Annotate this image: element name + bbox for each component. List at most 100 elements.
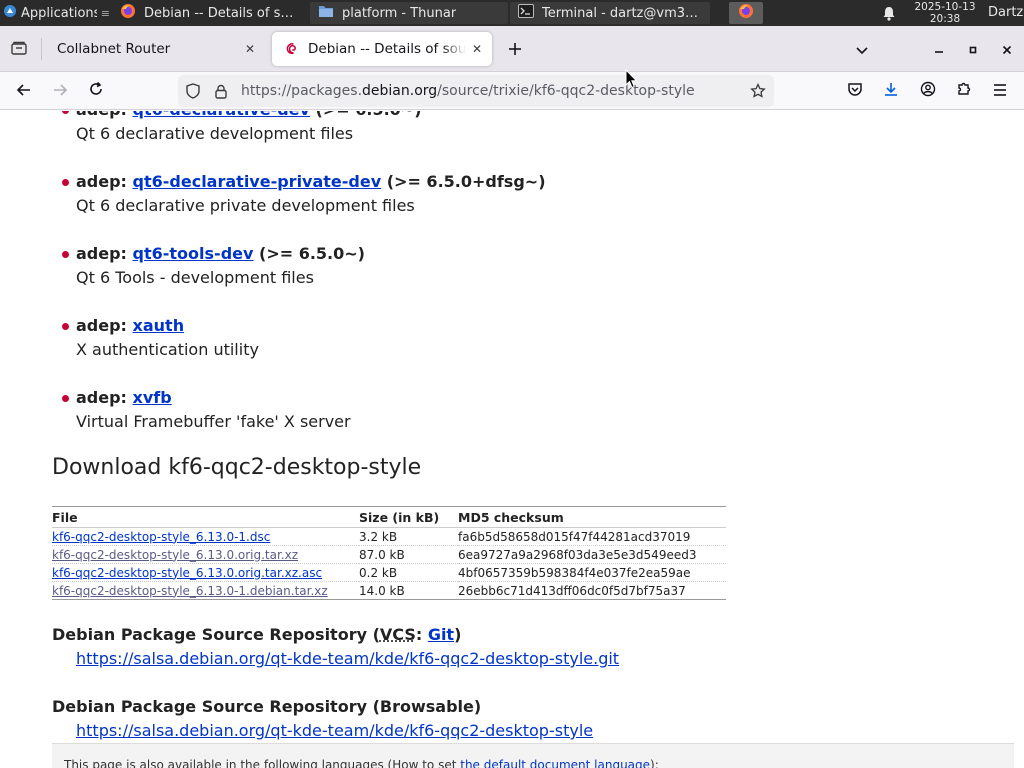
file-download-link[interactable]: kf6-qqc2-desktop-style_6.13.0-1.dsc bbox=[52, 530, 270, 544]
table-row: kf6-qqc2-desktop-style_6.13.0.orig.tar.x… bbox=[52, 563, 726, 582]
column-header-file: File bbox=[52, 506, 359, 528]
browser-tab-collabnet-router[interactable]: Collabnet Router ✕ bbox=[45, 32, 265, 66]
taskbar-item-label: platform - Thunar bbox=[342, 5, 457, 21]
dependency-description: Qt 6 declarative private development fil… bbox=[76, 196, 415, 215]
footer-text-suffix: ): bbox=[650, 758, 659, 768]
languages-footer: This page is also available in the follo… bbox=[52, 743, 1014, 768]
vcs-heading-colon: : bbox=[415, 625, 428, 644]
md5-cell: 26ebb6c71d413dff06dc0f5d7bf75a37 bbox=[458, 583, 686, 598]
desktop-panel: Applications ≡ Debian -- Details of sou.… bbox=[0, 0, 1024, 26]
extensions-button[interactable] bbox=[952, 79, 976, 103]
firefox-icon bbox=[738, 3, 754, 23]
tab-close-icon[interactable]: ✕ bbox=[466, 38, 488, 60]
debian-swirl-icon bbox=[284, 41, 300, 57]
dependency-package-link[interactable]: qt6-declarative-private-dev bbox=[133, 172, 382, 191]
pocket-button[interactable] bbox=[843, 79, 867, 103]
list-all-tabs-button[interactable] bbox=[850, 38, 874, 62]
file-download-link[interactable]: kf6-qqc2-desktop-style_6.13.0.orig.tar.x… bbox=[52, 566, 322, 580]
taskbar-item-label: Terminal - dartz@vm3: ... bbox=[542, 5, 702, 21]
browser-tab-debian-details[interactable]: Debian -- Details of source ✕ bbox=[272, 32, 492, 66]
address-bar-url[interactable]: https://packages.debian.org/source/trixi… bbox=[241, 83, 746, 99]
download-table: File Size (in kB) MD5 checksum kf6-qqc2-… bbox=[52, 506, 726, 600]
browser-navigation-bar: https://packages.debian.org/source/trixi… bbox=[0, 72, 1024, 110]
dependency-line: adep: xauth bbox=[76, 315, 184, 337]
md5-cell: 6ea9727a9a2968f03da3e5e3d549eed3 bbox=[458, 545, 726, 564]
languages-footer-text: This page is also available in the follo… bbox=[64, 758, 659, 768]
url-path: /source/trixie/kf6-qqc2-desktop-style bbox=[437, 83, 695, 99]
arrow-right-icon bbox=[52, 82, 68, 101]
reload-button[interactable] bbox=[84, 79, 108, 103]
file-cell: kf6-qqc2-desktop-style_6.13.0-1.dsc bbox=[52, 527, 359, 546]
panel-user-name[interactable]: Dartz bbox=[988, 0, 1023, 26]
application-menu-button[interactable] bbox=[988, 79, 1012, 103]
tracking-protection-shield-icon[interactable] bbox=[181, 79, 205, 103]
column-header-md5: MD5 checksum bbox=[458, 506, 726, 528]
tray-firefox-button[interactable] bbox=[729, 2, 763, 24]
taskbar-item-terminal[interactable]: Terminal - dartz@vm3: ... bbox=[510, 2, 710, 24]
tab-close-icon[interactable]: ✕ bbox=[239, 38, 261, 60]
puzzle-piece-icon bbox=[956, 81, 972, 101]
dependency-line: adep: qt6-declarative-dev (>= 6.5.0~) bbox=[76, 111, 422, 121]
close-icon bbox=[1002, 40, 1012, 59]
dependency-package-link[interactable]: qt6-tools-dev bbox=[133, 244, 254, 263]
dependency-version: (>= 6.5.0~) bbox=[259, 244, 365, 263]
table-row: kf6-qqc2-desktop-style_6.13.0-1.dsc 3.2 … bbox=[52, 527, 726, 546]
dependency-description: Qt 6 Tools - development files bbox=[76, 268, 314, 287]
applications-menu-icon bbox=[3, 4, 17, 22]
window-minimize-button[interactable] bbox=[928, 38, 950, 60]
dependency-kind: adep: bbox=[76, 111, 127, 119]
firefox-view-button[interactable] bbox=[6, 37, 32, 61]
vcs-repository-url-link[interactable]: https://salsa.debian.org/qt-kde-team/kde… bbox=[76, 649, 619, 668]
list-bullet bbox=[62, 111, 69, 114]
footer-text-prefix: This page is also available in the follo… bbox=[64, 758, 461, 768]
pocket-icon bbox=[847, 82, 863, 101]
column-header-size: Size (in kB) bbox=[359, 506, 458, 528]
downloads-button[interactable] bbox=[879, 79, 903, 103]
window-close-button[interactable] bbox=[996, 38, 1018, 60]
new-tab-button[interactable] bbox=[503, 38, 527, 62]
menu-handle-icon: ≡ bbox=[100, 6, 110, 20]
dependency-description: X authentication utility bbox=[76, 340, 259, 359]
arrow-left-icon bbox=[16, 82, 32, 101]
lock-icon[interactable] bbox=[209, 79, 233, 103]
address-bar[interactable]: https://packages.debian.org/source/trixi… bbox=[178, 75, 774, 107]
dependency-package-link[interactable]: qt6-declarative-dev bbox=[133, 111, 310, 119]
default-language-link[interactable]: the default document language bbox=[460, 758, 650, 768]
file-cell: kf6-qqc2-desktop-style_6.13.0.orig.tar.x… bbox=[52, 545, 359, 564]
file-download-link[interactable]: kf6-qqc2-desktop-style_6.13.0.orig.tar.x… bbox=[52, 548, 298, 562]
md5-cell: 4bf0657359b598384f4e037fe2ea59ae bbox=[458, 563, 726, 582]
notification-bell-icon[interactable] bbox=[880, 4, 898, 22]
bookmark-star-icon[interactable] bbox=[746, 79, 770, 103]
dependency-kind: adep: bbox=[76, 244, 127, 263]
file-download-link[interactable]: kf6-qqc2-desktop-style_6.13.0-1.debian.t… bbox=[52, 584, 328, 598]
folder-icon bbox=[318, 4, 334, 22]
vcs-abbreviation: VCS bbox=[379, 625, 416, 644]
vcs-heading-suffix: ) bbox=[454, 625, 462, 644]
md5-cell: fa6b5d58658d015f47f44281acd37019 bbox=[458, 527, 726, 546]
browsable-repository-url-link[interactable]: https://salsa.debian.org/qt-kde-team/kde… bbox=[76, 721, 593, 740]
dependency-kind: adep: bbox=[76, 388, 127, 407]
taskbar-item-thunar[interactable]: platform - Thunar bbox=[310, 2, 508, 24]
back-button[interactable] bbox=[12, 79, 36, 103]
account-button[interactable] bbox=[916, 79, 940, 103]
dependency-package-link[interactable]: xvfb bbox=[133, 388, 172, 407]
list-bullet bbox=[62, 179, 69, 186]
plus-icon bbox=[508, 41, 522, 60]
dependency-line: adep: xvfb bbox=[76, 387, 172, 409]
dependency-package-link[interactable]: xauth bbox=[133, 316, 185, 335]
browser-tab-title: Debian -- Details of source bbox=[308, 41, 466, 57]
size-cell: 87.0 kB bbox=[359, 545, 458, 564]
applications-menu[interactable]: Applications ≡ bbox=[0, 0, 110, 26]
dependency-version: (>= 6.5.0~) bbox=[316, 111, 422, 119]
download-heading: Download kf6-qqc2-desktop-style bbox=[52, 455, 422, 480]
dependency-kind: adep: bbox=[76, 316, 127, 335]
clock-date: 2025-10-13 bbox=[914, 1, 976, 13]
window-maximize-button[interactable] bbox=[962, 38, 984, 60]
taskbar-item-firefox[interactable]: Debian -- Details of sou... bbox=[112, 2, 308, 24]
browser-tab-title: Collabnet Router bbox=[57, 41, 171, 57]
browser-tab-strip: Collabnet Router ✕ Debian -- Details of … bbox=[0, 26, 1024, 72]
git-link[interactable]: Git bbox=[428, 625, 454, 644]
forward-button[interactable] bbox=[48, 79, 72, 103]
panel-clock[interactable]: 2025-10-13 20:38 bbox=[906, 1, 984, 25]
taskbar-item-label: Debian -- Details of sou... bbox=[144, 5, 300, 21]
